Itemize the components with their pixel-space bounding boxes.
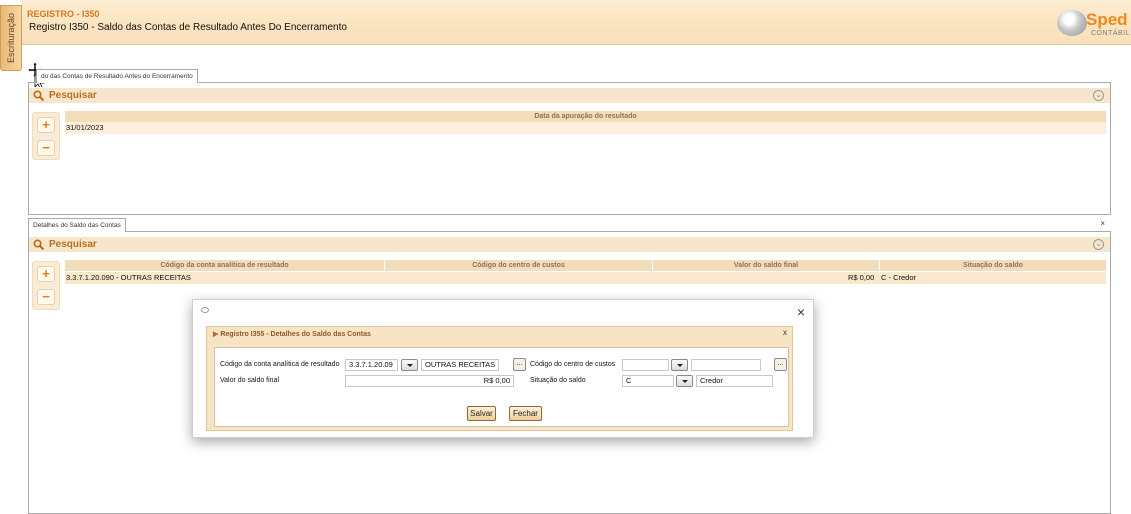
chevron-down-icon[interactable]: ⌄	[1093, 90, 1104, 101]
bottom-row-actions: + −	[32, 261, 60, 310]
page-title: Registro I350 - Saldo das Contas de Resu…	[29, 22, 347, 33]
detail-dialog: × ▶ Registro I355 - Detalhes do Saldo da…	[192, 299, 814, 438]
centro-dropdown-button[interactable]	[671, 359, 688, 371]
top-grid-header: Data da apuração do resultado	[65, 111, 1106, 122]
situacao-label: Situação do saldo	[530, 377, 586, 384]
escrituracao-side-tab[interactable]: Escrituração	[0, 5, 22, 71]
header-kicker: REGISTRO - I350	[27, 9, 100, 19]
conta-description-field[interactable]: OUTRAS RECEITAS	[421, 359, 499, 371]
bottom-tabstrip: Detalhes do Saldo das Contas ×	[28, 218, 1111, 232]
situacao-dropdown-button[interactable]	[676, 375, 693, 387]
dialog-title-text: Registro I355 - Detalhes do Saldo das Co…	[220, 331, 371, 338]
column-header-valor[interactable]: Valor do saldo final	[653, 260, 880, 271]
remove-row-button[interactable]: −	[37, 289, 55, 305]
close-icon[interactable]: ×	[797, 304, 805, 320]
page-header: REGISTRO - I350 Registro I350 - Saldo da…	[22, 0, 1131, 45]
column-header-data-apuracao[interactable]: Data da apuração do resultado	[65, 111, 1106, 122]
bottom-grid-header: Código da conta analítica de resultado C…	[65, 260, 1106, 271]
search-icon	[33, 239, 44, 250]
tab-detalhes-saldo[interactable]: Detalhes do Saldo das Contas	[28, 218, 126, 232]
side-tab-label: Escrituração	[6, 12, 16, 64]
search-label: Pesquisar	[49, 239, 97, 250]
situacao-field[interactable]: C	[622, 375, 674, 387]
remove-row-button[interactable]: −	[37, 140, 55, 156]
centro-custos-field[interactable]	[622, 359, 669, 371]
conta-code-field[interactable]: 3.3.7.1.20.09	[345, 359, 398, 371]
chevron-down-icon[interactable]: ⌄	[1093, 239, 1104, 250]
top-row-actions: + −	[32, 112, 60, 160]
sped-logo: Sped CONTÁBIL	[1057, 8, 1130, 40]
conta-label: Código da conta analítica de resultado	[220, 361, 340, 368]
cell-valor: R$ 0,00	[848, 273, 875, 282]
bottom-search-bar[interactable]: Pesquisar ⌄	[29, 236, 1110, 252]
cell-data-apuracao: 31/01/2023	[66, 123, 104, 132]
search-icon	[33, 90, 44, 101]
dialog-title: ▶ Registro I355 - Detalhes do Saldo das …	[213, 330, 371, 338]
column-header-situacao[interactable]: Situação do saldo	[880, 260, 1106, 271]
close-button[interactable]: Fechar	[509, 406, 542, 421]
valor-field[interactable]: R$ 0,00	[345, 375, 514, 387]
centro-lookup-button[interactable]: ...	[774, 358, 787, 371]
add-row-button[interactable]: +	[37, 266, 55, 282]
logo-disc-icon	[1057, 10, 1087, 36]
flag-icon: ▶	[213, 331, 219, 338]
save-button[interactable]: Salvar	[467, 406, 496, 421]
panel-close-icon[interactable]: x	[783, 328, 787, 337]
search-label: Pesquisar	[49, 90, 97, 101]
tab-saldo-contas-resultado[interactable]: do das Contas de Resultado Antes do Ence…	[36, 69, 198, 83]
centro-custos-label: Código do centro de custos	[530, 361, 616, 368]
centro-description-field[interactable]	[691, 359, 761, 371]
app-window: Escrituração REGISTRO - I350 Registro I3…	[0, 0, 1131, 514]
conta-dropdown-button[interactable]	[401, 359, 418, 371]
top-tabstrip: do das Contas de Resultado Antes do Ence…	[28, 69, 1111, 83]
situacao-description-field[interactable]: Credor	[696, 375, 773, 387]
add-row-button[interactable]: +	[37, 117, 55, 133]
column-header-conta[interactable]: Código da conta analítica de resultado	[65, 260, 385, 271]
dialog-icon	[201, 307, 209, 313]
logo-text: Sped	[1086, 10, 1128, 29]
table-row[interactable]: 31/01/2023	[65, 122, 1106, 134]
column-header-centro-custos[interactable]: Código do centro de custos	[385, 260, 653, 271]
registro-i355-panel: ▶ Registro I355 - Detalhes do Saldo das …	[206, 326, 793, 431]
cell-conta: 3.3.7.1.20.090 - OUTRAS RECEITAS	[66, 273, 191, 282]
detail-form: Código da conta analítica de resultado 3…	[214, 347, 789, 427]
close-panel-icon[interactable]: ×	[1100, 219, 1105, 228]
logo-subtext: CONTÁBIL	[1091, 30, 1131, 37]
conta-lookup-button[interactable]: ...	[513, 358, 526, 371]
table-row[interactable]: 3.3.7.1.20.090 - OUTRAS RECEITAS R$ 0,00…	[65, 272, 1106, 284]
cell-situacao: C - Credor	[881, 273, 917, 282]
top-search-bar[interactable]: Pesquisar ⌄	[29, 87, 1110, 103]
valor-label: Valor do saldo final	[220, 377, 280, 384]
